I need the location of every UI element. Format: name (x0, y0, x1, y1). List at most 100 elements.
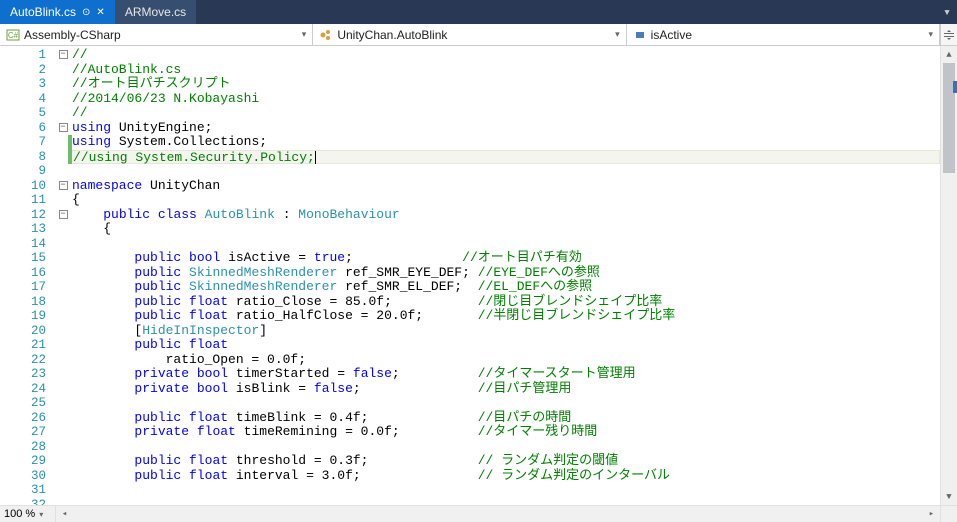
code-line[interactable]: public float ratio_HalfClose = 20.0f; //… (70, 309, 940, 324)
fold-marker (56, 454, 70, 469)
line-number-gutter: 1234567891011121314151617181920212223242… (0, 46, 56, 505)
tab-label: AutoBlink.cs (10, 5, 76, 19)
fold-marker[interactable]: − (56, 179, 70, 194)
tab-bar: AutoBlink.cs ⊙ ✕ ARMove.cs ▾ (0, 0, 957, 24)
code-line[interactable] (70, 498, 940, 506)
scroll-track[interactable] (941, 63, 957, 488)
code-line[interactable]: public float timeBlink = 0.4f; //目パチの時間 (70, 411, 940, 426)
close-icon[interactable]: ✕ (96, 7, 104, 18)
code-content[interactable]: ////AutoBlink.cs//オート目パチスクリプト//2014/06/2… (70, 46, 940, 505)
line-number: 28 (0, 440, 46, 455)
code-line[interactable]: public float ratio_Close = 85.0f; //閉じ目ブ… (70, 295, 940, 310)
pin-icon[interactable]: ⊙ (82, 7, 90, 18)
code-line[interactable]: namespace UnityChan (70, 179, 940, 194)
code-line[interactable]: //AutoBlink.cs (70, 63, 940, 78)
line-number: 3 (0, 77, 46, 92)
change-marker (953, 81, 957, 93)
fold-marker[interactable]: − (56, 121, 70, 136)
chevron-down-icon: ▾ (39, 510, 43, 519)
line-number: 18 (0, 295, 46, 310)
class-combo[interactable]: UnityChan.AutoBlink ▾ (313, 24, 626, 45)
code-line[interactable] (70, 440, 940, 455)
code-line[interactable]: //オート目パチスクリプト (70, 77, 940, 92)
line-number: 4 (0, 92, 46, 107)
scroll-down-button[interactable]: ▼ (941, 488, 957, 505)
line-number: 29 (0, 454, 46, 469)
tab-armove[interactable]: ARMove.cs (115, 0, 196, 24)
code-line[interactable]: public float (70, 338, 940, 353)
fold-marker (56, 280, 70, 295)
code-line[interactable]: //2014/06/23 N.Kobayashi (70, 92, 940, 107)
fold-marker (56, 367, 70, 382)
code-line[interactable]: private bool timerStarted = false; //タイマ… (70, 367, 940, 382)
code-line[interactable]: public float threshold = 0.3f; // ランダム判定… (70, 454, 940, 469)
code-line[interactable]: // (70, 48, 940, 63)
fold-marker (56, 77, 70, 92)
class-name: UnityChan.AutoBlink (337, 28, 611, 42)
code-line[interactable] (70, 237, 940, 252)
code-line[interactable]: using System.Collections; (70, 135, 940, 150)
fold-marker (56, 92, 70, 107)
code-line[interactable]: public SkinnedMeshRenderer ref_SMR_EYE_D… (70, 266, 940, 281)
code-line[interactable] (70, 396, 940, 411)
code-line[interactable]: // (70, 106, 940, 121)
line-number: 9 (0, 164, 46, 179)
project-combo[interactable]: C# Assembly-CSharp ▾ (0, 24, 313, 45)
resize-grip[interactable] (940, 506, 957, 522)
fold-marker (56, 425, 70, 440)
scroll-left-button[interactable]: ◂ (56, 506, 73, 522)
fold-marker (56, 440, 70, 455)
tab-autoblink[interactable]: AutoBlink.cs ⊙ ✕ (0, 0, 115, 24)
line-number: 23 (0, 367, 46, 382)
code-line[interactable]: private bool isBlink = false; //目パチ管理用 (70, 382, 940, 397)
chevron-down-icon: ▾ (615, 29, 620, 40)
code-line[interactable]: private float timeRemining = 0.0f; //タイマ… (70, 425, 940, 440)
line-number: 1 (0, 48, 46, 63)
code-line[interactable]: public SkinnedMeshRenderer ref_SMR_EL_DE… (70, 280, 940, 295)
editor-area: 1234567891011121314151617181920212223242… (0, 46, 957, 505)
scroll-thumb[interactable] (943, 63, 955, 173)
tab-label: ARMove.cs (125, 5, 186, 19)
fold-marker (56, 251, 70, 266)
line-number: 10 (0, 179, 46, 194)
line-number: 25 (0, 396, 46, 411)
code-line[interactable]: { (70, 193, 940, 208)
scroll-up-button[interactable]: ▲ (941, 46, 957, 63)
fold-marker (56, 483, 70, 498)
line-number: 12 (0, 208, 46, 223)
line-number: 21 (0, 338, 46, 353)
fold-marker (56, 295, 70, 310)
change-bar (68, 135, 72, 150)
vertical-scrollbar[interactable]: ▲ ▼ (940, 46, 957, 505)
line-number: 2 (0, 63, 46, 78)
class-icon (319, 28, 333, 42)
member-combo[interactable]: isActive ▾ (627, 24, 940, 45)
line-number: 7 (0, 135, 46, 150)
line-number: 20 (0, 324, 46, 339)
scroll-right-button[interactable]: ▸ (923, 506, 940, 522)
fold-marker[interactable]: − (56, 48, 70, 63)
hscroll-track[interactable] (73, 506, 923, 522)
code-line[interactable]: { (70, 222, 940, 237)
fold-marker (56, 338, 70, 353)
fold-marker (56, 106, 70, 121)
code-line[interactable] (70, 483, 940, 498)
code-line[interactable]: public bool isActive = true; //オート目パチ有効 (70, 251, 940, 266)
code-line[interactable] (70, 164, 940, 179)
code-line[interactable]: public float interval = 3.0f; // ランダム判定の… (70, 469, 940, 484)
fold-marker[interactable]: − (56, 208, 70, 223)
code-line[interactable]: using UnityEngine; (70, 121, 940, 136)
split-button[interactable] (940, 24, 957, 45)
fold-marker (56, 353, 70, 368)
svg-text:C#: C# (8, 31, 19, 40)
line-number: 5 (0, 106, 46, 121)
fold-marker (56, 396, 70, 411)
code-line[interactable]: //using System.Security.Policy; (70, 150, 940, 165)
code-line[interactable]: ratio_Open = 0.0f; (70, 353, 940, 368)
fold-marker (56, 309, 70, 324)
code-line[interactable]: [HideInInspector] (70, 324, 940, 339)
tab-overflow-menu[interactable]: ▾ (937, 0, 957, 24)
fold-marker (56, 469, 70, 484)
code-line[interactable]: public class AutoBlink : MonoBehaviour (70, 208, 940, 223)
zoom-combo[interactable]: 100 % ▾ (0, 506, 56, 522)
